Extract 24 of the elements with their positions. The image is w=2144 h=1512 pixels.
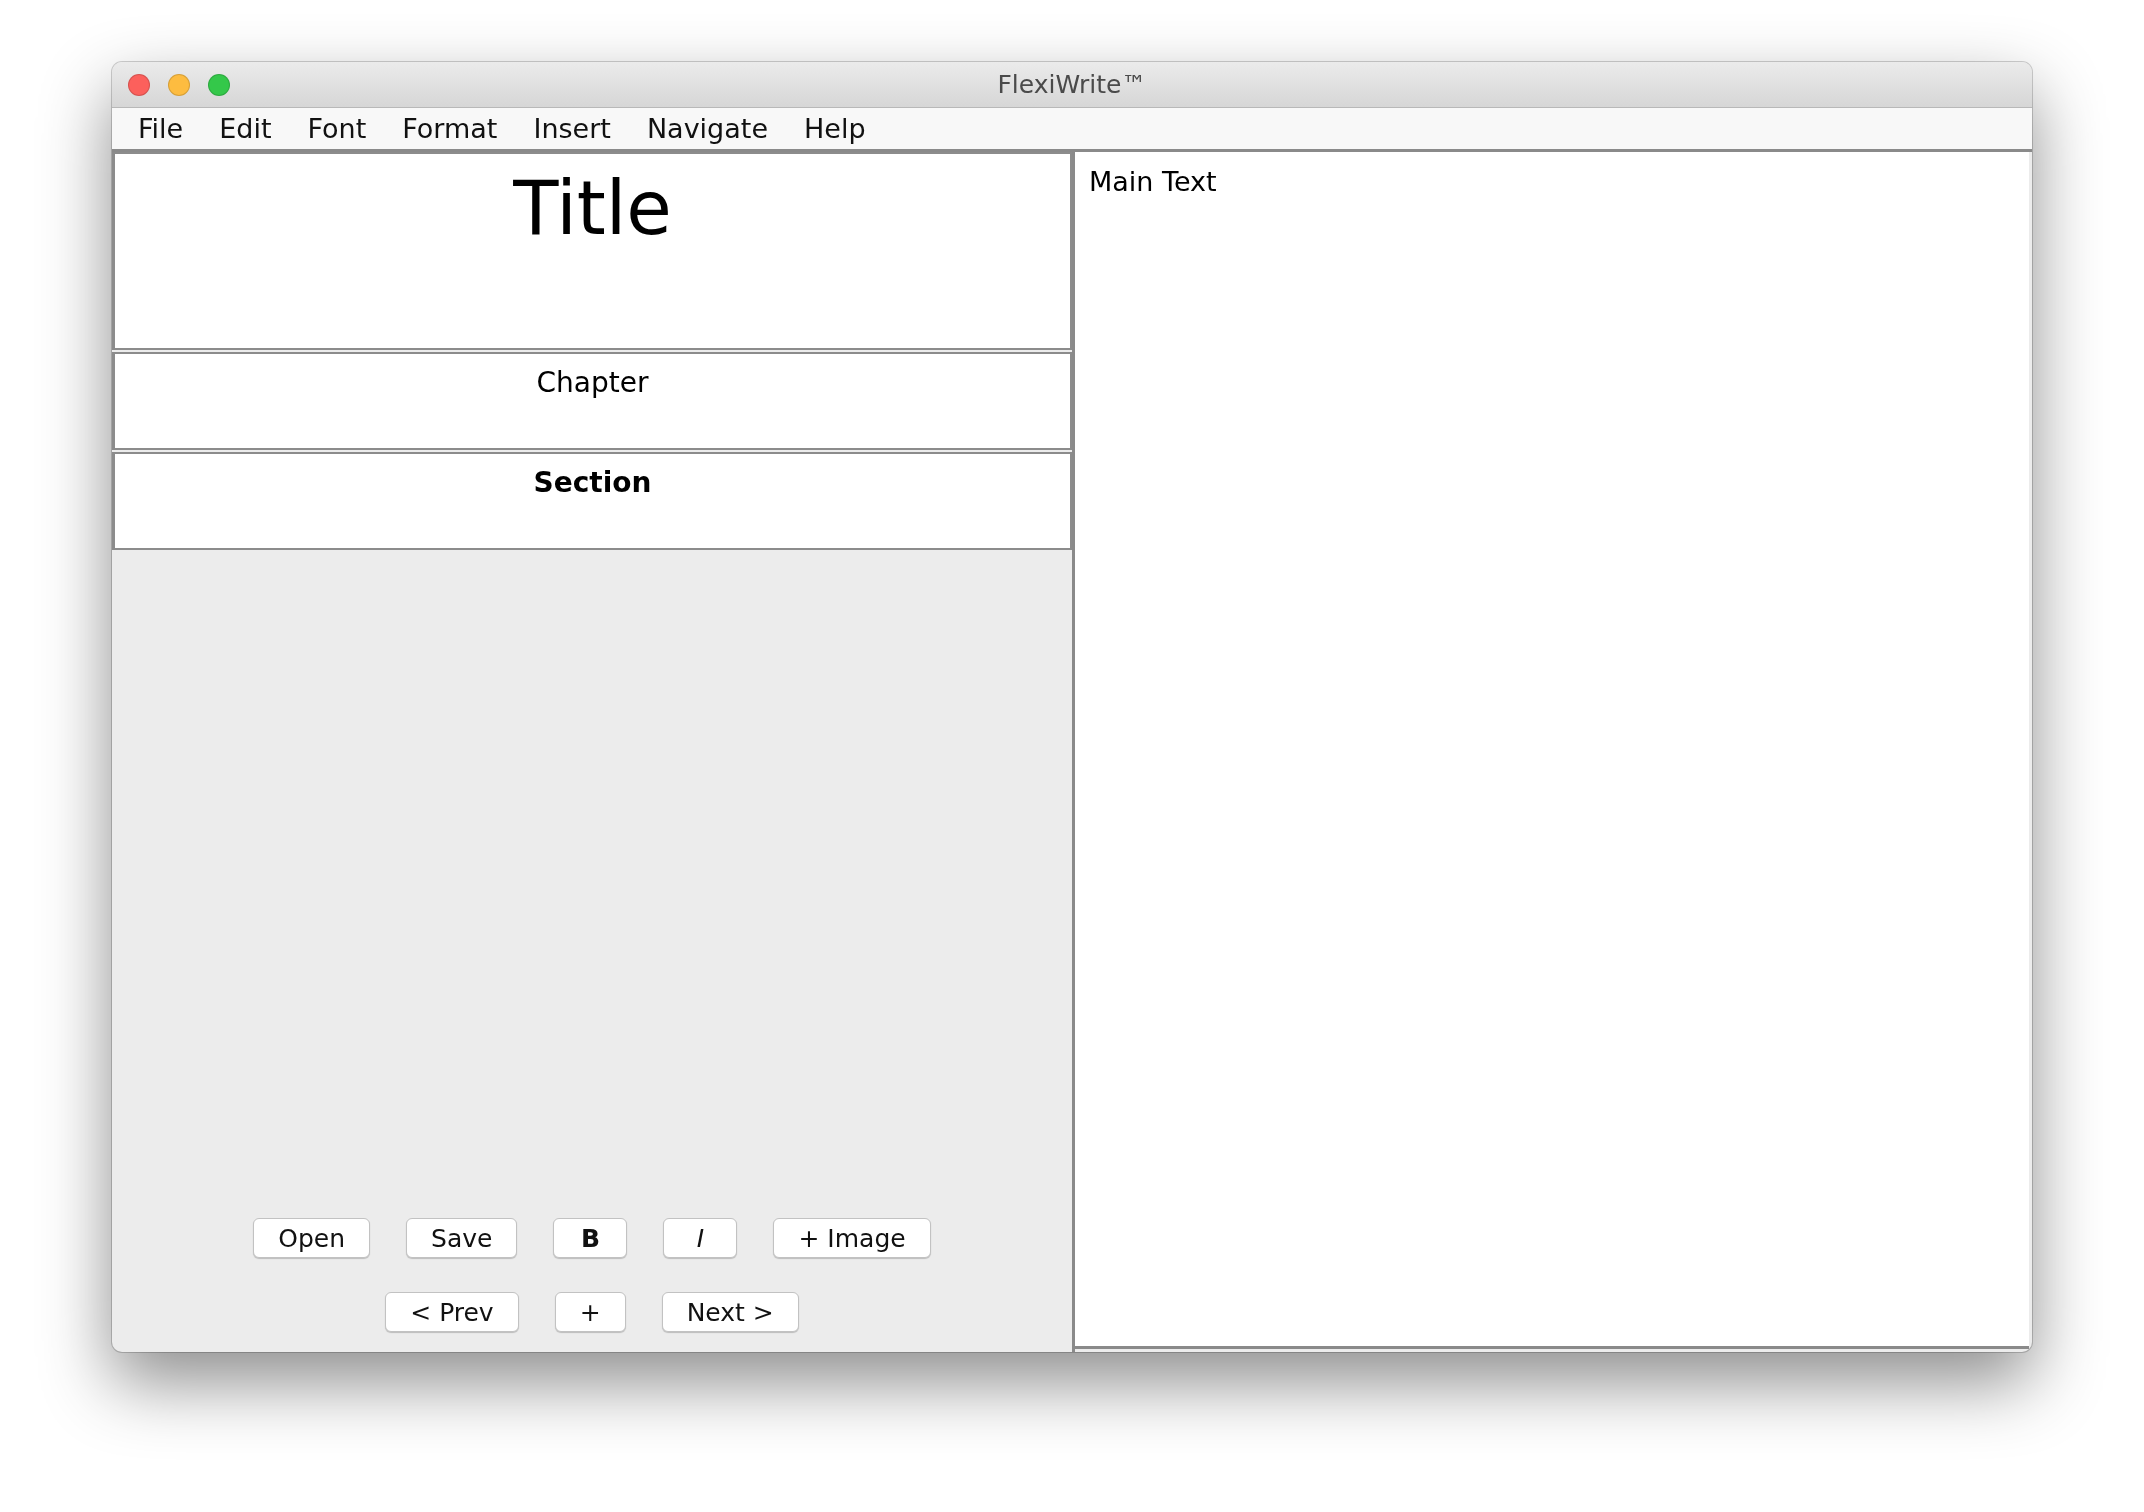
toolbar-button[interactable]: Save [406, 1218, 518, 1258]
close-button[interactable] [128, 74, 150, 96]
zoom-button[interactable] [208, 74, 230, 96]
toolbar-button[interactable]: B [553, 1218, 628, 1258]
menu-item[interactable]: Navigate [628, 113, 786, 144]
toolbar-button[interactable]: Next > [661, 1292, 799, 1332]
chapter-field[interactable]: Chapter [112, 352, 1072, 450]
menu-item[interactable]: Font [289, 113, 385, 144]
minimize-button[interactable] [168, 74, 190, 96]
toolbar-button[interactable]: + [554, 1292, 626, 1332]
toolbar-button[interactable]: Open [253, 1218, 371, 1258]
main-text-area[interactable]: Main Text [1075, 152, 2029, 1349]
menu-item[interactable]: File [120, 113, 202, 144]
menu-item[interactable]: Help [786, 113, 884, 144]
section-field[interactable]: Section [112, 452, 1072, 550]
menu-item[interactable]: Edit [201, 113, 290, 144]
title-field[interactable]: Title [112, 152, 1072, 350]
toolbar-button[interactable]: + Image [773, 1218, 931, 1258]
toolbar-button[interactable]: < Prev [385, 1292, 519, 1332]
window-title: FlexiWrite™ [997, 70, 1147, 99]
main-text: Main Text [1089, 166, 1217, 197]
menu-item[interactable]: Insert [515, 113, 629, 144]
menu-item[interactable]: Format [384, 113, 516, 144]
toolbar-button[interactable]: I [663, 1218, 738, 1258]
